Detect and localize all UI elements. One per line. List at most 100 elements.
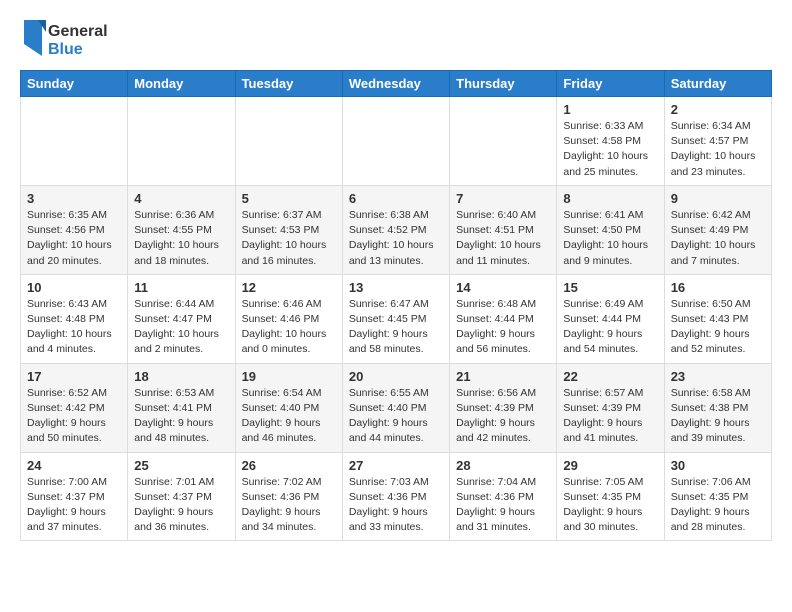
day-number: 27 bbox=[349, 458, 443, 473]
day-info: Sunrise: 6:55 AM Sunset: 4:40 PM Dayligh… bbox=[349, 386, 443, 447]
day-info: Sunrise: 6:42 AM Sunset: 4:49 PM Dayligh… bbox=[671, 208, 765, 269]
day-number: 20 bbox=[349, 369, 443, 384]
svg-text:General: General bbox=[48, 23, 108, 40]
day-number: 25 bbox=[134, 458, 228, 473]
svg-text:Blue: Blue bbox=[48, 41, 83, 58]
day-number: 26 bbox=[242, 458, 336, 473]
day-number: 17 bbox=[27, 369, 121, 384]
day-number: 19 bbox=[242, 369, 336, 384]
day-info: Sunrise: 6:53 AM Sunset: 4:41 PM Dayligh… bbox=[134, 386, 228, 447]
weekday-header-row: SundayMondayTuesdayWednesdayThursdayFrid… bbox=[21, 71, 772, 97]
day-number: 24 bbox=[27, 458, 121, 473]
logo: GeneralBlue bbox=[20, 16, 110, 60]
calendar-cell bbox=[235, 97, 342, 186]
day-info: Sunrise: 6:41 AM Sunset: 4:50 PM Dayligh… bbox=[563, 208, 657, 269]
weekday-header: Monday bbox=[128, 71, 235, 97]
calendar-cell: 26Sunrise: 7:02 AM Sunset: 4:36 PM Dayli… bbox=[235, 452, 342, 541]
calendar-cell: 23Sunrise: 6:58 AM Sunset: 4:38 PM Dayli… bbox=[664, 363, 771, 452]
day-number: 18 bbox=[134, 369, 228, 384]
day-info: Sunrise: 6:56 AM Sunset: 4:39 PM Dayligh… bbox=[456, 386, 550, 447]
day-number: 1 bbox=[563, 102, 657, 117]
day-number: 21 bbox=[456, 369, 550, 384]
weekday-header: Tuesday bbox=[235, 71, 342, 97]
calendar-cell: 6Sunrise: 6:38 AM Sunset: 4:52 PM Daylig… bbox=[342, 185, 449, 274]
day-info: Sunrise: 6:44 AM Sunset: 4:47 PM Dayligh… bbox=[134, 297, 228, 358]
calendar-cell: 14 Sunrise: 6:48 AM Sunset: 4:44 PM Dayli… bbox=[450, 274, 557, 363]
day-info: Sunrise: 6:43 AM Sunset: 4:48 PM Dayligh… bbox=[27, 297, 121, 358]
day-number: 2 bbox=[671, 102, 765, 117]
calendar-cell: 11 Sunrise: 6:44 AM Sunset: 4:47 PM Dayli… bbox=[128, 274, 235, 363]
day-number: 28 bbox=[456, 458, 550, 473]
calendar-cell: 12Sunrise: 6:46 AM Sunset: 4:46 PM Dayli… bbox=[235, 274, 342, 363]
day-number: 13 bbox=[349, 280, 443, 295]
calendar-cell: 7Sunrise: 6:40 AM Sunset: 4:51 PM Daylig… bbox=[450, 185, 557, 274]
calendar-cell: 2 Sunrise: 6:34 AM Sunset: 4:57 PM Daylig… bbox=[664, 97, 771, 186]
calendar-cell: 19 Sunrise: 6:54 AM Sunset: 4:40 PM Dayli… bbox=[235, 363, 342, 452]
calendar-cell: 16 Sunrise: 6:50 AM Sunset: 4:43 PM Dayli… bbox=[664, 274, 771, 363]
day-info: Sunrise: 6:35 AM Sunset: 4:56 PM Dayligh… bbox=[27, 208, 121, 269]
day-info: Sunrise: 6:47 AM Sunset: 4:45 PM Dayligh… bbox=[349, 297, 443, 358]
day-number: 10 bbox=[27, 280, 121, 295]
calendar-cell: 28 Sunrise: 7:04 AM Sunset: 4:36 PM Dayli… bbox=[450, 452, 557, 541]
calendar-cell: 22 Sunrise: 6:57 AM Sunset: 4:39 PM Dayli… bbox=[557, 363, 664, 452]
day-info: Sunrise: 6:52 AM Sunset: 4:42 PM Dayligh… bbox=[27, 386, 121, 447]
day-info: Sunrise: 6:50 AM Sunset: 4:43 PM Dayligh… bbox=[671, 297, 765, 358]
day-info: Sunrise: 6:34 AM Sunset: 4:57 PM Dayligh… bbox=[671, 119, 765, 180]
logo-svg: GeneralBlue bbox=[20, 16, 110, 60]
day-info: Sunrise: 7:01 AM Sunset: 4:37 PM Dayligh… bbox=[134, 475, 228, 536]
calendar-cell: 13 Sunrise: 6:47 AM Sunset: 4:45 PM Dayli… bbox=[342, 274, 449, 363]
calendar-cell bbox=[128, 97, 235, 186]
day-info: Sunrise: 6:54 AM Sunset: 4:40 PM Dayligh… bbox=[242, 386, 336, 447]
day-info: Sunrise: 6:46 AM Sunset: 4:46 PM Dayligh… bbox=[242, 297, 336, 358]
calendar-cell: 9 Sunrise: 6:42 AM Sunset: 4:49 PM Daylig… bbox=[664, 185, 771, 274]
day-number: 22 bbox=[563, 369, 657, 384]
calendar-cell: 30 Sunrise: 7:06 AM Sunset: 4:35 PM Dayli… bbox=[664, 452, 771, 541]
calendar-cell: 3Sunrise: 6:35 AM Sunset: 4:56 PM Daylig… bbox=[21, 185, 128, 274]
calendar-cell bbox=[21, 97, 128, 186]
day-number: 5 bbox=[242, 191, 336, 206]
day-number: 4 bbox=[134, 191, 228, 206]
weekday-header: Wednesday bbox=[342, 71, 449, 97]
weekday-header: Sunday bbox=[21, 71, 128, 97]
calendar-cell: 10 Sunrise: 6:43 AM Sunset: 4:48 PM Dayli… bbox=[21, 274, 128, 363]
day-info: Sunrise: 6:48 AM Sunset: 4:44 PM Dayligh… bbox=[456, 297, 550, 358]
page: GeneralBlue SundayMondayTuesdayWednesday… bbox=[0, 0, 792, 557]
day-info: Sunrise: 7:00 AM Sunset: 4:37 PM Dayligh… bbox=[27, 475, 121, 536]
day-info: Sunrise: 6:49 AM Sunset: 4:44 PM Dayligh… bbox=[563, 297, 657, 358]
day-info: Sunrise: 6:37 AM Sunset: 4:53 PM Dayligh… bbox=[242, 208, 336, 269]
calendar-cell bbox=[450, 97, 557, 186]
day-info: Sunrise: 7:04 AM Sunset: 4:36 PM Dayligh… bbox=[456, 475, 550, 536]
calendar-cell: 15 Sunrise: 6:49 AM Sunset: 4:44 PM Dayli… bbox=[557, 274, 664, 363]
day-info: Sunrise: 6:36 AM Sunset: 4:55 PM Dayligh… bbox=[134, 208, 228, 269]
day-number: 14 bbox=[456, 280, 550, 295]
day-info: Sunrise: 7:06 AM Sunset: 4:35 PM Dayligh… bbox=[671, 475, 765, 536]
calendar-cell: 8 Sunrise: 6:41 AM Sunset: 4:50 PM Daylig… bbox=[557, 185, 664, 274]
calendar-cell: 20 Sunrise: 6:55 AM Sunset: 4:40 PM Dayli… bbox=[342, 363, 449, 452]
day-number: 8 bbox=[563, 191, 657, 206]
calendar-week-row: 3Sunrise: 6:35 AM Sunset: 4:56 PM Daylig… bbox=[21, 185, 772, 274]
weekday-header: Thursday bbox=[450, 71, 557, 97]
calendar-cell: 21 Sunrise: 6:56 AM Sunset: 4:39 PM Dayli… bbox=[450, 363, 557, 452]
calendar-week-row: 24 Sunrise: 7:00 AM Sunset: 4:37 PM Dayli… bbox=[21, 452, 772, 541]
day-info: Sunrise: 6:57 AM Sunset: 4:39 PM Dayligh… bbox=[563, 386, 657, 447]
day-number: 6 bbox=[349, 191, 443, 206]
calendar-week-row: 1Sunrise: 6:33 AM Sunset: 4:58 PM Daylig… bbox=[21, 97, 772, 186]
day-info: Sunrise: 7:05 AM Sunset: 4:35 PM Dayligh… bbox=[563, 475, 657, 536]
weekday-header: Saturday bbox=[664, 71, 771, 97]
calendar-week-row: 10 Sunrise: 6:43 AM Sunset: 4:48 PM Dayli… bbox=[21, 274, 772, 363]
day-number: 11 bbox=[134, 280, 228, 295]
calendar-cell: 29 Sunrise: 7:05 AM Sunset: 4:35 PM Dayli… bbox=[557, 452, 664, 541]
calendar-cell bbox=[342, 97, 449, 186]
day-number: 15 bbox=[563, 280, 657, 295]
day-number: 30 bbox=[671, 458, 765, 473]
calendar-cell: 1Sunrise: 6:33 AM Sunset: 4:58 PM Daylig… bbox=[557, 97, 664, 186]
day-info: Sunrise: 7:03 AM Sunset: 4:36 PM Dayligh… bbox=[349, 475, 443, 536]
day-number: 7 bbox=[456, 191, 550, 206]
calendar-cell: 4 Sunrise: 6:36 AM Sunset: 4:55 PM Daylig… bbox=[128, 185, 235, 274]
weekday-header: Friday bbox=[557, 71, 664, 97]
day-number: 29 bbox=[563, 458, 657, 473]
header: GeneralBlue bbox=[20, 16, 772, 60]
day-number: 16 bbox=[671, 280, 765, 295]
day-number: 9 bbox=[671, 191, 765, 206]
calendar-week-row: 17 Sunrise: 6:52 AM Sunset: 4:42 PM Dayli… bbox=[21, 363, 772, 452]
